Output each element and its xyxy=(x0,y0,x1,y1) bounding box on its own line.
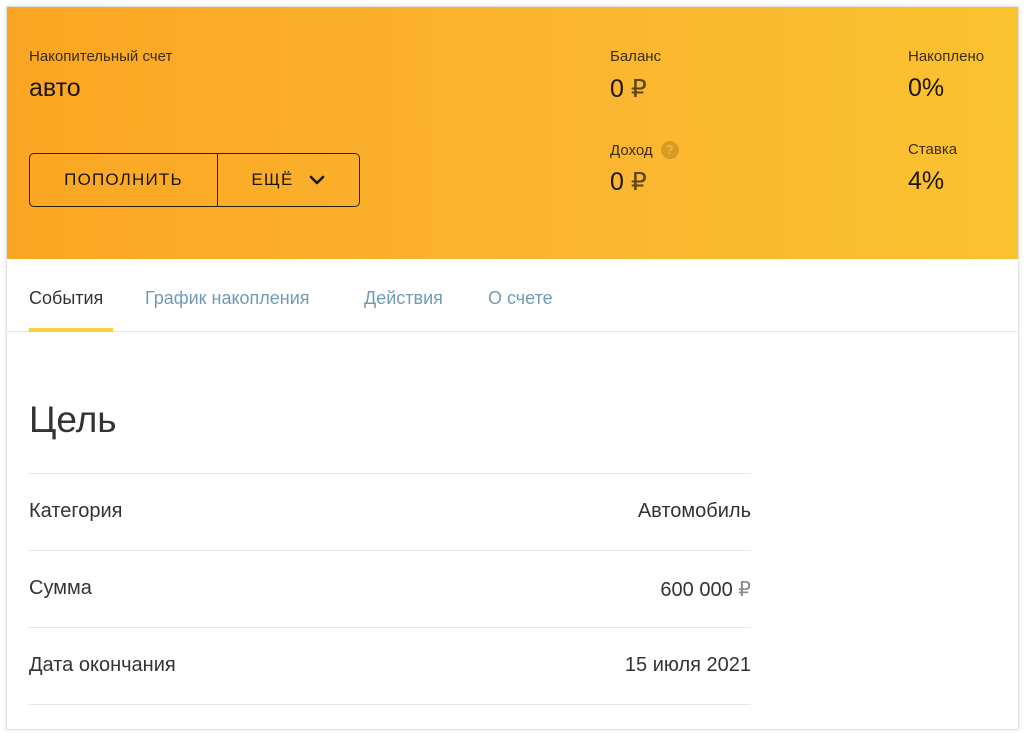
accumulated-value: 0% xyxy=(908,74,945,102)
account-window: Накопительный счет авто ПОПОЛНИТЬ ЕЩЁ Ба… xyxy=(6,6,1019,730)
balance-value: 0 ₽ xyxy=(610,74,647,104)
income-value: 0 ₽ xyxy=(610,167,647,197)
rate-value: 4% xyxy=(908,167,945,195)
account-actions: ПОПОЛНИТЬ ЕЩЁ xyxy=(29,153,360,207)
tab-events[interactable]: События xyxy=(29,288,103,309)
income-label: Доход xyxy=(610,142,653,159)
accumulated-label: Накоплено xyxy=(908,48,985,65)
income-currency: ₽ xyxy=(630,168,647,196)
goal-bottom-divider xyxy=(29,704,751,705)
active-tab-indicator xyxy=(29,328,113,332)
topup-button[interactable]: ПОПОЛНИТЬ xyxy=(30,154,218,206)
account-tabs: События График накопления Действия О сче… xyxy=(7,259,1018,332)
balance-label: Баланс xyxy=(610,48,662,65)
goal-row-category: Категория Автомобиль xyxy=(29,473,751,549)
chevron-down-icon xyxy=(309,175,324,185)
balance-currency: ₽ xyxy=(630,75,647,103)
end-date-label: Дата окончания xyxy=(29,654,176,676)
more-button-label: ЕЩЁ xyxy=(251,170,294,189)
tab-savings-chart[interactable]: График накопления xyxy=(145,288,310,309)
goal-title: Цель xyxy=(29,399,117,440)
question-circle-icon[interactable]: ? xyxy=(660,141,679,159)
amount-value: 600 000 ₽ xyxy=(660,577,751,602)
goal-row-amount: Сумма 600 000 ₽ xyxy=(29,550,751,626)
rate-label: Ставка xyxy=(908,141,958,158)
income-label-row: Доход? xyxy=(610,141,679,159)
amount-currency: ₽ xyxy=(738,579,751,601)
account-type-label: Накопительный счет xyxy=(29,48,173,65)
more-button[interactable]: ЕЩЁ xyxy=(218,154,359,206)
tab-actions[interactable]: Действия xyxy=(364,288,443,309)
account-header: Накопительный счет авто ПОПОЛНИТЬ ЕЩЁ Ба… xyxy=(7,7,1018,259)
category-value: Автомобиль xyxy=(637,500,751,522)
account-name: авто xyxy=(29,74,81,102)
income-amount: 0 xyxy=(610,168,624,196)
balance-amount: 0 xyxy=(610,75,624,103)
category-label: Категория xyxy=(29,500,123,522)
goal-row-end-date: Дата окончания 15 июля 2021 xyxy=(29,627,751,703)
tab-about-account[interactable]: О счете xyxy=(488,288,553,309)
amount-number: 600 000 xyxy=(660,579,733,601)
end-date-value: 15 июля 2021 xyxy=(624,654,751,676)
amount-label: Сумма xyxy=(29,577,92,599)
